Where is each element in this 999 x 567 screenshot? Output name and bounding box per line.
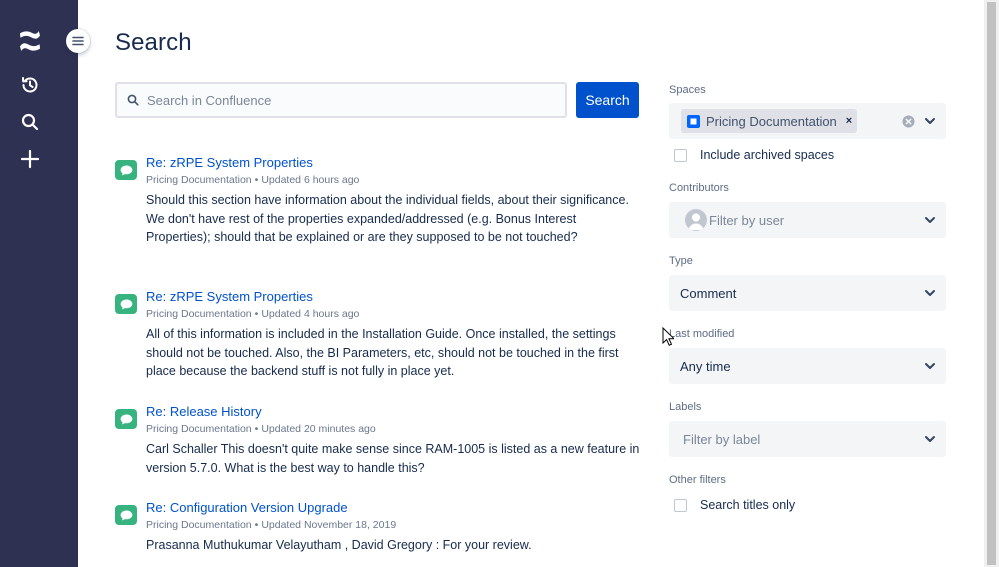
include-archived-label: Include archived spaces — [700, 148, 835, 162]
last-modified-selected-value: Any time — [680, 358, 731, 374]
type-filter-select[interactable]: Comment — [669, 275, 946, 311]
result-meta: Pricing Documentation • Updated November 1… — [146, 519, 397, 531]
result-title-link[interactable]: Re: Release History — [146, 404, 262, 419]
result-space-link[interactable]: Pricing Documentation — [146, 519, 252, 531]
chevron-down-icon — [925, 290, 935, 296]
result-excerpt: Carl Schaller This doesn't quite make se… — [146, 442, 640, 475]
result-updated: Updated 4 hours ago — [261, 308, 360, 320]
result-space-link[interactable]: Pricing Documentation — [146, 423, 252, 435]
chevron-down-icon — [925, 363, 935, 369]
type-selected-value: Comment — [680, 285, 737, 301]
last-modified-filter-select[interactable]: Any time — [669, 348, 946, 384]
result-updated: Updated 6 hours ago — [261, 174, 360, 186]
result-title-link[interactable]: Re: Configuration Version Upgrade — [146, 500, 348, 515]
include-archived-checkbox-row[interactable]: Include archived spaces — [674, 148, 834, 162]
space-icon — [687, 114, 700, 128]
result-title-link[interactable]: Re: zRPE System Properties — [146, 155, 313, 170]
chevron-down-icon — [925, 217, 935, 223]
search-titles-only-label: Search titles only — [700, 498, 796, 512]
search-input[interactable] — [147, 92, 565, 108]
comment-icon — [115, 160, 137, 180]
chevron-down-icon — [925, 436, 935, 442]
result-meta: Pricing Documentation • Updated 4 hours ag… — [146, 308, 360, 320]
spaces-filter-label: Spaces — [669, 84, 706, 96]
clear-selection-icon[interactable] — [902, 115, 915, 128]
comment-icon — [115, 294, 137, 314]
recent-history-icon[interactable] — [17, 72, 43, 98]
confluence-logo-icon[interactable] — [17, 28, 43, 54]
page-title: Search — [115, 29, 192, 56]
vertical-scrollbar[interactable] — [984, 0, 999, 567]
selected-space-tag: Pricing Documentation × — [681, 109, 858, 133]
result-space-link[interactable]: Pricing Documentation — [146, 308, 252, 320]
spaces-filter-select[interactable]: Pricing Documentation × — [669, 103, 946, 139]
contributors-filter-label: Contributors — [669, 182, 729, 194]
remove-tag-icon[interactable]: × — [846, 115, 852, 127]
last-modified-filter-label: Last modified — [669, 328, 735, 340]
result-updated: Updated November 18, 2019 — [261, 519, 397, 531]
labels-filter-select[interactable]: Filter by label — [669, 421, 946, 457]
menu-collapse-icon[interactable] — [66, 29, 90, 53]
search-titles-only-checkbox[interactable] — [674, 498, 687, 512]
result-excerpt: Should this section have information abo… — [146, 193, 629, 244]
other-filters-label: Other filters — [669, 474, 726, 486]
chevron-down-icon — [925, 118, 935, 124]
create-plus-icon[interactable] — [17, 146, 43, 172]
contributors-placeholder: Filter by user — [709, 212, 785, 228]
global-navigation — [0, 0, 78, 567]
search-titles-only-checkbox-row[interactable]: Search titles only — [674, 498, 795, 512]
type-filter-label: Type — [669, 255, 693, 267]
result-updated: Updated 20 minutes ago — [261, 423, 376, 435]
comment-icon — [115, 505, 137, 525]
contributors-filter-select[interactable]: Filter by user — [669, 202, 946, 238]
result-excerpt: All of this information is included in t… — [146, 327, 619, 378]
scrollbar-thumb[interactable] — [987, 2, 996, 565]
search-icon[interactable] — [17, 109, 43, 135]
result-meta: Pricing Documentation • Updated 6 hours ag… — [146, 174, 360, 186]
result-meta: Pricing Documentation • Updated 20 minutes… — [146, 423, 376, 435]
search-field[interactable] — [115, 82, 567, 118]
result-space-link[interactable]: Pricing Documentation — [146, 174, 252, 186]
search-button[interactable]: Search — [576, 82, 639, 118]
comment-icon — [115, 409, 137, 429]
user-avatar-icon — [685, 209, 707, 231]
result-title-link[interactable]: Re: zRPE System Properties — [146, 289, 313, 304]
result-excerpt: Prasanna Muthukumar Velayutham , David G… — [146, 538, 532, 552]
labels-filter-label: Labels — [669, 401, 702, 413]
search-icon — [127, 94, 139, 106]
include-archived-checkbox[interactable] — [674, 148, 687, 162]
selected-space-name: Pricing Documentation — [706, 113, 837, 129]
labels-placeholder: Filter by label — [683, 431, 761, 447]
mouse-cursor-icon — [662, 327, 674, 346]
